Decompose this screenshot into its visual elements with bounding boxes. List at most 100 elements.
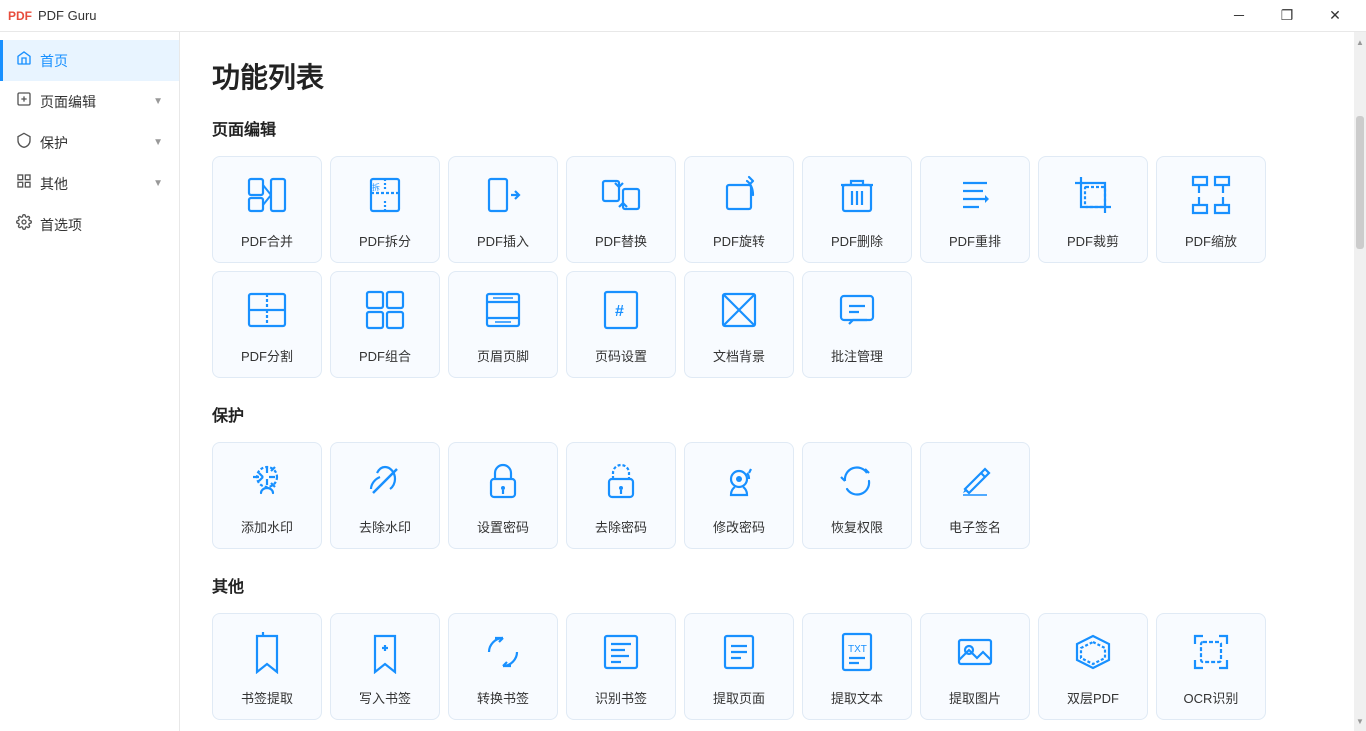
scrollbar-thumb[interactable] <box>1356 116 1364 249</box>
sidebar-label-protect: 保护 <box>40 133 68 153</box>
shield-icon <box>16 132 32 153</box>
feature-label-convertbookmark: 转换书签 <box>477 688 529 707</box>
feature-pdf-insert[interactable]: PDF插入 <box>448 156 558 263</box>
removepassword-icon <box>599 459 643 509</box>
feature-label-writebookmark: 写入书签 <box>359 688 411 707</box>
feature-bookmark-extract[interactable]: 书签提取 <box>212 613 322 720</box>
feature-doc-bg[interactable]: 文档背景 <box>684 271 794 378</box>
feature-label-merge: PDF合并 <box>241 231 293 250</box>
feature-set-password[interactable]: 设置密码 <box>448 442 558 549</box>
arrow-other-icon: ▼ <box>153 178 163 189</box>
feature-pdf-delete[interactable]: PDF删除 <box>802 156 912 263</box>
scrollbar-up-btn[interactable]: ▲ <box>1354 34 1366 50</box>
rotate-icon <box>717 173 761 223</box>
sidebar-item-prefs[interactable]: 首选项 <box>0 204 179 245</box>
feature-pdf-replace[interactable]: PDF替换 <box>566 156 676 263</box>
split-icon: 拆 <box>363 173 407 223</box>
feature-pdf-zoom[interactable]: PDF缩放 <box>1156 156 1266 263</box>
home-icon <box>16 50 32 71</box>
feature-label-extractimage: 提取图片 <box>949 688 1001 707</box>
scrollbar-down-btn[interactable]: ▼ <box>1354 713 1366 729</box>
feature-remove-password[interactable]: 去除密码 <box>566 442 676 549</box>
restorerights-icon <box>835 459 879 509</box>
section-protection: 保护 添加水印 去除水印 <box>212 402 1322 549</box>
feature-label-delete: PDF删除 <box>831 231 883 250</box>
sidebar-item-page-edit[interactable]: 页面编辑 ▼ <box>0 81 179 122</box>
feature-annotation[interactable]: 批注管理 <box>802 271 912 378</box>
arrow-icon: ▼ <box>153 96 163 107</box>
zoom-icon <box>1189 173 1233 223</box>
extractimage-icon <box>953 630 997 680</box>
title-bar: PDF PDF Guru － ❐ ✕ <box>0 0 1366 32</box>
feature-identify-bookmark[interactable]: 识别书签 <box>566 613 676 720</box>
feature-restore-rights[interactable]: 恢复权限 <box>802 442 912 549</box>
page-title: 功能列表 <box>212 56 1322 96</box>
minimize-button[interactable]: － <box>1216 0 1262 32</box>
feature-label-insert: PDF插入 <box>477 231 529 250</box>
esign-icon <box>953 459 997 509</box>
docbg-icon <box>717 288 761 338</box>
sidebar-item-protect[interactable]: 保护 ▼ <box>0 122 179 163</box>
feature-pdf-divide[interactable]: PDF分割 <box>212 271 322 378</box>
scrollbar-area <box>1354 50 1366 713</box>
window-controls: － ❐ ✕ <box>1216 0 1358 32</box>
arrow-protect-icon: ▼ <box>153 137 163 148</box>
feature-label-headerfooter: 页眉页脚 <box>477 346 529 365</box>
feature-label-addwatermark: 添加水印 <box>241 517 293 536</box>
gear-icon <box>16 214 32 235</box>
reorder-icon <box>953 173 997 223</box>
feature-remove-watermark[interactable]: 去除水印 <box>330 442 440 549</box>
duallayer-icon <box>1071 630 1115 680</box>
feature-label-crop: PDF裁剪 <box>1067 231 1119 250</box>
restore-button[interactable]: ❐ <box>1264 0 1310 32</box>
feature-header-footer[interactable]: 页眉页脚 <box>448 271 558 378</box>
feature-pdf-crop[interactable]: PDF裁剪 <box>1038 156 1148 263</box>
bookmarkextract-icon <box>245 630 289 680</box>
feature-grid-protection: 添加水印 去除水印 设置密码 <box>212 442 1322 549</box>
feature-label-extractpage: 提取页面 <box>713 688 765 707</box>
feature-label-identifybookmark: 识别书签 <box>595 688 647 707</box>
feature-extract-text[interactable]: TXT 提取文本 <box>802 613 912 720</box>
annotation-icon <box>835 288 879 338</box>
feature-convert-bookmark[interactable]: 转换书签 <box>448 613 558 720</box>
close-button[interactable]: ✕ <box>1312 0 1358 32</box>
feature-label-changepassword: 修改密码 <box>713 517 765 536</box>
feature-label-duallayer: 双层PDF <box>1067 688 1119 707</box>
crop-icon <box>1071 173 1115 223</box>
feature-pdf-rotate[interactable]: PDF旋转 <box>684 156 794 263</box>
insert-icon <box>481 173 525 223</box>
feature-pdf-reorder[interactable]: PDF重排 <box>920 156 1030 263</box>
feature-label-split: PDF拆分 <box>359 231 411 250</box>
sidebar: 首页 页面编辑 ▼ 保护 ▼ 其他 ▼ 首选 <box>0 32 180 731</box>
feature-pdf-combine[interactable]: PDF组合 <box>330 271 440 378</box>
feature-pdf-merge[interactable]: PDF合并 <box>212 156 322 263</box>
feature-label-annotation: 批注管理 <box>831 346 883 365</box>
sidebar-label-other: 其他 <box>40 174 68 194</box>
feature-pdf-split[interactable]: 拆 PDF拆分 <box>330 156 440 263</box>
feature-add-watermark[interactable]: 添加水印 <box>212 442 322 549</box>
feature-label-reorder: PDF重排 <box>949 231 1001 250</box>
merge-icon <box>245 173 289 223</box>
scrollbar: ▲ ▼ <box>1354 32 1366 731</box>
feature-page-num[interactable]: # 页码设置 <box>566 271 676 378</box>
feature-label-replace: PDF替换 <box>595 231 647 250</box>
sidebar-label-prefs: 首选项 <box>40 215 82 235</box>
feature-label-extracttext: 提取文本 <box>831 688 883 707</box>
feature-extract-page[interactable]: 提取页面 <box>684 613 794 720</box>
feature-dual-layer[interactable]: 双层PDF <box>1038 613 1148 720</box>
feature-change-password[interactable]: 修改密码 <box>684 442 794 549</box>
feature-label-zoom: PDF缩放 <box>1185 231 1237 250</box>
section-other: 其他 书签提取 写入书签 <box>212 573 1322 720</box>
feature-e-sign[interactable]: 电子签名 <box>920 442 1030 549</box>
sidebar-item-home[interactable]: 首页 <box>0 40 179 81</box>
feature-extract-image[interactable]: 提取图片 <box>920 613 1030 720</box>
addwatermark-icon <box>245 459 289 509</box>
feature-write-bookmark[interactable]: 写入书签 <box>330 613 440 720</box>
feature-ocr[interactable]: OCR识别 <box>1156 613 1266 720</box>
sidebar-item-other[interactable]: 其他 ▼ <box>0 163 179 204</box>
edit-icon <box>16 91 32 112</box>
main-container: 首页 页面编辑 ▼ 保护 ▼ 其他 ▼ 首选 <box>0 32 1366 731</box>
svg-text:#: # <box>615 303 624 320</box>
extracttext-icon: TXT <box>835 630 879 680</box>
feature-label-divide: PDF分割 <box>241 346 293 365</box>
